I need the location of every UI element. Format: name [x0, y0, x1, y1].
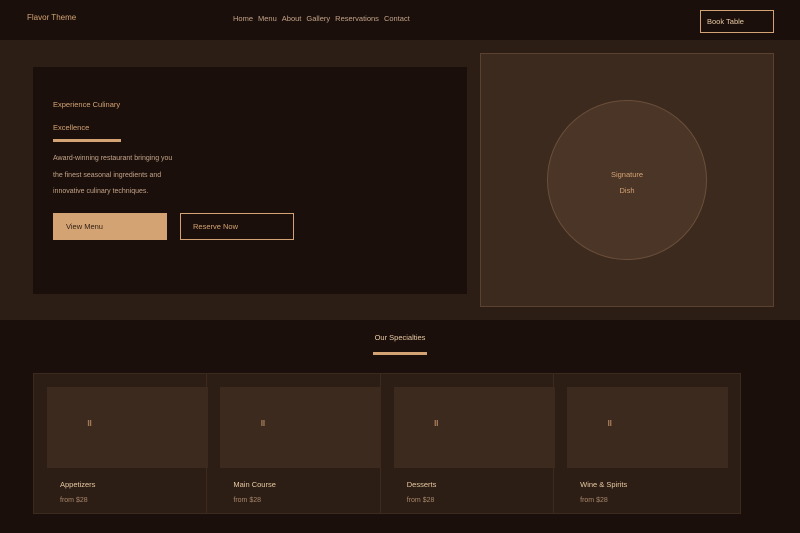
- signature-dish-label: Signature Dish: [548, 167, 706, 199]
- specialty-name: Wine & Spirits: [580, 480, 628, 489]
- specialty-price: from $28: [233, 497, 261, 504]
- book-table-button[interactable]: Book Table: [700, 10, 774, 33]
- hero-desc-line3: innovative culinary techniques.: [53, 188, 149, 195]
- specialty-name: Appetizers: [60, 480, 96, 489]
- nav-gallery[interactable]: Gallery: [306, 14, 330, 23]
- menu-item-icon: ⠿: [607, 421, 613, 428]
- hero-desc-line1: Award-winning restaurant bringing you: [53, 155, 173, 162]
- specialty-price: from $28: [580, 497, 608, 504]
- signature-dish-image: Signature Dish: [547, 100, 707, 260]
- specialty-name: Main Course: [233, 480, 276, 489]
- hero-section: Experience Culinary Excellence Award-win…: [0, 40, 800, 320]
- nav-home[interactable]: Home: [233, 14, 253, 23]
- brand-logo[interactable]: Flavor Theme: [27, 13, 76, 22]
- hero-divider: [53, 139, 121, 142]
- specialty-thumbnail: ⠿: [220, 387, 382, 468]
- specialties-title: Our Specialties: [374, 333, 426, 342]
- hero-title-line1: Experience Culinary: [53, 100, 121, 109]
- specialty-card-desserts[interactable]: ⠿ Desserts from $28: [381, 374, 555, 513]
- hero-image-panel: Signature Dish: [480, 53, 774, 307]
- main-nav: Home Menu About Gallery Reservations Con…: [233, 14, 410, 23]
- hero-desc-line2: the finest seasonal ingredients and: [53, 171, 162, 179]
- reserve-now-button[interactable]: Reserve Now: [180, 213, 294, 240]
- specialties-grid: ⠿ Appetizers from $28 ⠿ Main Course from…: [33, 373, 741, 514]
- site-header: Flavor Theme Home Menu About Gallery Res…: [0, 0, 800, 40]
- menu-item-icon: ⠿: [260, 421, 266, 428]
- hero-title: Experience Culinary Excellence: [53, 93, 173, 139]
- specialty-card-main-course[interactable]: ⠿ Main Course from $28: [207, 374, 382, 513]
- nav-reservations[interactable]: Reservations: [335, 14, 379, 23]
- menu-item-icon: ⠿: [87, 421, 93, 428]
- nav-about[interactable]: About: [282, 14, 302, 23]
- view-menu-button[interactable]: View Menu: [53, 213, 167, 240]
- dish-label-line2: Dish: [619, 186, 635, 195]
- hero-card: Experience Culinary Excellence Award-win…: [33, 67, 467, 294]
- specialty-card-wine-spirits[interactable]: ⠿ Wine & Spirits from $28: [554, 374, 740, 513]
- dish-label-line1: Signature: [610, 170, 644, 179]
- menu-item-icon: ⠿: [433, 421, 439, 428]
- specialty-card-appetizers[interactable]: ⠿ Appetizers from $28: [34, 374, 208, 513]
- specialties-divider: [373, 352, 427, 355]
- specialty-thumbnail: ⠿: [393, 387, 555, 468]
- specialty-name: Desserts: [406, 480, 437, 489]
- nav-menu[interactable]: Menu: [258, 14, 277, 23]
- nav-contact[interactable]: Contact: [384, 14, 410, 23]
- hero-description: Award-winning restaurant bringing you th…: [53, 151, 193, 201]
- hero-title-line2: Excellence: [53, 123, 90, 132]
- specialty-price: from $28: [406, 497, 435, 504]
- specialty-price: from $28: [60, 497, 88, 504]
- specialty-thumbnail: ⠿: [567, 387, 729, 468]
- specialty-thumbnail: ⠿: [47, 387, 208, 468]
